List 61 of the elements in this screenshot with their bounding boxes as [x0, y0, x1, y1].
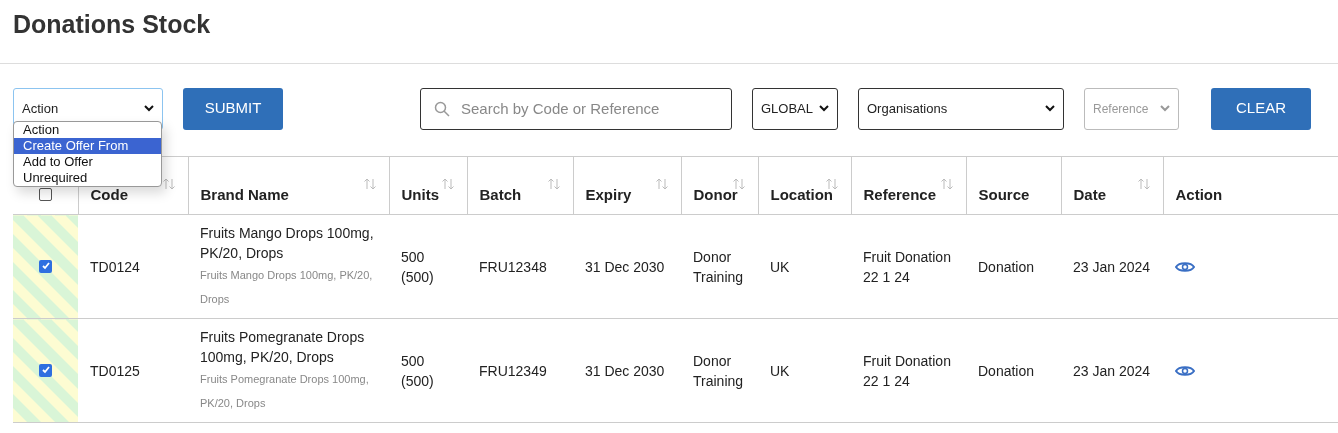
- column-header: Units: [401, 185, 439, 203]
- row-checkbox[interactable]: [39, 363, 52, 377]
- table-cell: FRU12349: [479, 362, 547, 379]
- table-cell: Donor Training: [693, 352, 744, 389]
- brand-detail: Fruits Mango Drops 100mg, PK/20, Drops: [200, 267, 374, 307]
- table-cell: UK: [770, 362, 790, 379]
- table-cell: 23 Jan 2024: [1073, 362, 1151, 379]
- view-icon[interactable]: [1175, 363, 1195, 378]
- chevron-down-icon: [819, 105, 829, 112]
- table-cell: Donation: [978, 258, 1035, 275]
- table-cell: Fruit Donation 22 1 24: [863, 352, 951, 389]
- scope-dropdown[interactable]: GLOBAL: [752, 87, 838, 130]
- menu-option[interactable]: Unrequired: [14, 170, 161, 186]
- column-header: Batch: [479, 185, 522, 203]
- search-field[interactable]: Search by Code or Reference: [420, 87, 732, 130]
- table-cell: TD0124: [90, 258, 140, 275]
- select-all-checkbox[interactable]: [38, 188, 52, 201]
- table-cell: Donor Training: [693, 248, 744, 285]
- table-cell: 31 Dec 2030: [585, 362, 665, 379]
- table-cell: Donation: [978, 362, 1035, 379]
- sort-icon[interactable]: [654, 177, 669, 191]
- table-cell: UK: [770, 258, 790, 275]
- submit-button[interactable]: SUBMIT: [183, 87, 283, 130]
- table-cell: FRU12348: [479, 258, 547, 275]
- brand-name: Fruits Mango Drops 100mg, PK/20, Drops: [200, 223, 375, 263]
- column-header: Brand Name: [200, 185, 289, 203]
- page-title: Donations Stock: [12, 9, 212, 40]
- menu-option[interactable]: Add to Offer: [14, 154, 161, 170]
- sort-icon[interactable]: [362, 177, 377, 191]
- column-header: Expiry: [585, 185, 632, 203]
- row-checkbox[interactable]: [39, 259, 52, 273]
- sort-icon[interactable]: [939, 177, 954, 191]
- organisation-dropdown[interactable]: Organisations: [858, 87, 1064, 130]
- table-cell: 500 (500): [401, 352, 434, 389]
- chevron-down-icon: [144, 105, 154, 112]
- column-header: Date: [1073, 185, 1106, 203]
- column-header: Donor: [693, 185, 738, 203]
- brand-detail: Fruits Pomegranate Drops 100mg, PK/20, Drops: [200, 371, 370, 411]
- column-header: Code: [90, 185, 128, 203]
- sort-icon[interactable]: [546, 177, 561, 191]
- table-cell: 500 (500): [401, 248, 434, 285]
- sort-icon[interactable]: [824, 177, 839, 191]
- column-header: Location: [770, 185, 833, 203]
- chevron-down-icon: [1045, 105, 1055, 112]
- table-cell: 31 Dec 2030: [585, 258, 665, 275]
- table-cell: 23 Jan 2024: [1073, 258, 1151, 275]
- table-cell: TD0125: [90, 362, 140, 379]
- sort-icon[interactable]: [1136, 177, 1151, 191]
- column-header: Reference: [863, 185, 937, 203]
- view-icon[interactable]: [1175, 259, 1195, 274]
- sort-icon[interactable]: [440, 177, 455, 191]
- clear-button[interactable]: CLEAR: [1211, 87, 1311, 130]
- menu-option[interactable]: Create Offer From: [14, 138, 161, 154]
- brand-name: Fruits Pomegranate Drops 100mg, PK/20, Drops: [200, 327, 366, 367]
- search-icon: [434, 100, 450, 117]
- sort-icon[interactable]: [161, 177, 176, 191]
- column-header: Source: [978, 185, 1030, 203]
- table-cell: Fruit Donation 22 1 24: [863, 248, 951, 285]
- column-header: Action: [1175, 185, 1223, 203]
- sort-icon[interactable]: [731, 177, 746, 191]
- chevron-down-icon: [1160, 105, 1170, 112]
